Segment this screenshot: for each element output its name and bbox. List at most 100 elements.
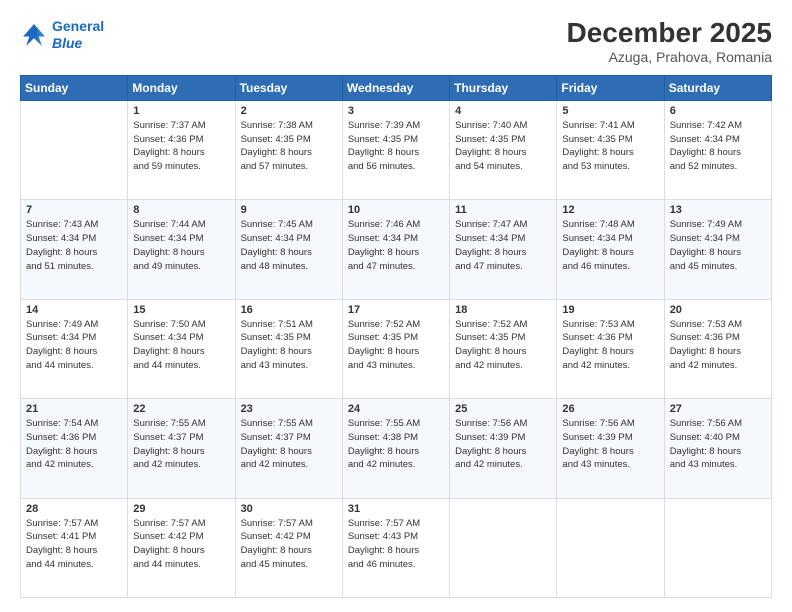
day-number: 3 xyxy=(348,105,444,117)
weekday-header-wednesday: Wednesday xyxy=(342,75,449,100)
day-info: Sunrise: 7:54 AMSunset: 4:36 PMDaylight:… xyxy=(26,417,122,472)
day-info: Sunrise: 7:56 AMSunset: 4:40 PMDaylight:… xyxy=(670,417,766,472)
day-number: 12 xyxy=(562,204,658,216)
day-number: 23 xyxy=(241,403,337,415)
calendar-cell: 22Sunrise: 7:55 AMSunset: 4:37 PMDayligh… xyxy=(128,399,235,498)
day-info: Sunrise: 7:48 AMSunset: 4:34 PMDaylight:… xyxy=(562,218,658,273)
day-number: 28 xyxy=(26,503,122,515)
week-row-3: 14Sunrise: 7:49 AMSunset: 4:34 PMDayligh… xyxy=(21,299,772,398)
day-number: 11 xyxy=(455,204,551,216)
day-info: Sunrise: 7:47 AMSunset: 4:34 PMDaylight:… xyxy=(455,218,551,273)
week-row-4: 21 Sunrise: 7:54 AMSunset: 4:36 PMDayligh… xyxy=(21,399,772,498)
day-number: 16 xyxy=(241,304,337,316)
day-info: Sunrise: 7:55 AMSunset: 4:38 PMDaylight:… xyxy=(348,417,444,472)
day-number: 20 xyxy=(670,304,766,316)
logo-line1: General xyxy=(52,18,104,34)
calendar-cell: 5 Sunrise: 7:41 AMSunset: 4:35 PMDaylight… xyxy=(557,100,664,199)
day-info: Sunrise: 7:57 AMSunset: 4:42 PMDaylight:… xyxy=(133,517,229,572)
day-number: 9 xyxy=(241,204,337,216)
calendar-cell xyxy=(557,498,664,597)
calendar-cell: 24 Sunrise: 7:55 AMSunset: 4:38 PMDayligh… xyxy=(342,399,449,498)
day-info: Sunrise: 7:41 AMSunset: 4:35 PMDaylight:… xyxy=(562,119,658,174)
day-number: 5 xyxy=(562,105,658,117)
week-row-2: 7Sunrise: 7:43 AMSunset: 4:34 PMDaylight… xyxy=(21,200,772,299)
weekday-header-saturday: Saturday xyxy=(664,75,771,100)
calendar-cell: 12 Sunrise: 7:48 AMSunset: 4:34 PMDayligh… xyxy=(557,200,664,299)
week-row-5: 28 Sunrise: 7:57 AMSunset: 4:41 PMDayligh… xyxy=(21,498,772,597)
day-info: Sunrise: 7:55 AMSunset: 4:37 PMDaylight:… xyxy=(241,417,337,472)
calendar-cell: 15 Sunrise: 7:50 AMSunset: 4:34 PMDayligh… xyxy=(128,299,235,398)
calendar-cell: 4 Sunrise: 7:40 AMSunset: 4:35 PMDaylight… xyxy=(450,100,557,199)
day-info: Sunrise: 7:52 AMSunset: 4:35 PMDaylight:… xyxy=(348,318,444,373)
calendar-cell: 1 Sunrise: 7:37 AMSunset: 4:36 PMDaylight… xyxy=(128,100,235,199)
day-number: 1 xyxy=(133,105,229,117)
day-info: Sunrise: 7:51 AMSunset: 4:35 PMDaylight:… xyxy=(241,318,337,373)
day-number: 8 xyxy=(133,204,229,216)
day-info: Sunrise: 7:57 AMSunset: 4:41 PMDaylight:… xyxy=(26,517,122,572)
calendar-cell: 13Sunrise: 7:49 AMSunset: 4:34 PMDayligh… xyxy=(664,200,771,299)
day-info: Sunrise: 7:57 AMSunset: 4:43 PMDaylight:… xyxy=(348,517,444,572)
calendar-cell: 27 Sunrise: 7:56 AMSunset: 4:40 PMDayligh… xyxy=(664,399,771,498)
calendar-cell: 2Sunrise: 7:38 AMSunset: 4:35 PMDaylight… xyxy=(235,100,342,199)
calendar-cell: 29 Sunrise: 7:57 AMSunset: 4:42 PMDayligh… xyxy=(128,498,235,597)
logo: General Blue xyxy=(20,18,104,52)
calendar-cell: 23 Sunrise: 7:55 AMSunset: 4:37 PMDayligh… xyxy=(235,399,342,498)
calendar-cell xyxy=(664,498,771,597)
calendar-cell xyxy=(21,100,128,199)
day-info: Sunrise: 7:39 AMSunset: 4:35 PMDaylight:… xyxy=(348,119,444,174)
day-info: Sunrise: 7:40 AMSunset: 4:35 PMDaylight:… xyxy=(455,119,551,174)
calendar-cell: 3 Sunrise: 7:39 AMSunset: 4:35 PMDaylight… xyxy=(342,100,449,199)
calendar-cell: 9Sunrise: 7:45 AMSunset: 4:34 PMDaylight… xyxy=(235,200,342,299)
weekday-header-friday: Friday xyxy=(557,75,664,100)
day-number: 14 xyxy=(26,304,122,316)
calendar-cell: 7Sunrise: 7:43 AMSunset: 4:34 PMDaylight… xyxy=(21,200,128,299)
day-info: Sunrise: 7:57 AMSunset: 4:42 PMDaylight:… xyxy=(241,517,337,572)
day-info: Sunrise: 7:37 AMSunset: 4:36 PMDaylight:… xyxy=(133,119,229,174)
calendar-cell: 14Sunrise: 7:49 AMSunset: 4:34 PMDayligh… xyxy=(21,299,128,398)
day-info: Sunrise: 7:55 AMSunset: 4:37 PMDaylight:… xyxy=(133,417,229,472)
day-info: Sunrise: 7:38 AMSunset: 4:35 PMDaylight:… xyxy=(241,119,337,174)
weekday-header-sunday: Sunday xyxy=(21,75,128,100)
day-number: 30 xyxy=(241,503,337,515)
day-number: 17 xyxy=(348,304,444,316)
location-subtitle: Azuga, Prahova, Romania xyxy=(567,49,772,65)
logo-icon xyxy=(20,21,48,49)
day-info: Sunrise: 7:52 AMSunset: 4:35 PMDaylight:… xyxy=(455,318,551,373)
day-number: 10 xyxy=(348,204,444,216)
calendar-cell: 10 Sunrise: 7:46 AMSunset: 4:34 PMDayligh… xyxy=(342,200,449,299)
day-number: 6 xyxy=(670,105,766,117)
day-number: 25 xyxy=(455,403,551,415)
day-info: Sunrise: 7:53 AMSunset: 4:36 PMDaylight:… xyxy=(670,318,766,373)
logo-line2: Blue xyxy=(52,35,82,51)
day-info: Sunrise: 7:49 AMSunset: 4:34 PMDaylight:… xyxy=(670,218,766,273)
day-info: Sunrise: 7:56 AMSunset: 4:39 PMDaylight:… xyxy=(562,417,658,472)
page: General Blue December 2025 Azuga, Prahov… xyxy=(0,0,792,612)
calendar-cell: 8 Sunrise: 7:44 AMSunset: 4:34 PMDaylight… xyxy=(128,200,235,299)
day-number: 15 xyxy=(133,304,229,316)
calendar-cell: 31 Sunrise: 7:57 AMSunset: 4:43 PMDayligh… xyxy=(342,498,449,597)
day-number: 31 xyxy=(348,503,444,515)
day-info: Sunrise: 7:44 AMSunset: 4:34 PMDaylight:… xyxy=(133,218,229,273)
day-number: 26 xyxy=(562,403,658,415)
calendar-cell: 28 Sunrise: 7:57 AMSunset: 4:41 PMDayligh… xyxy=(21,498,128,597)
month-title: December 2025 xyxy=(567,18,772,49)
calendar-cell xyxy=(450,498,557,597)
day-info: Sunrise: 7:56 AMSunset: 4:39 PMDaylight:… xyxy=(455,417,551,472)
day-number: 24 xyxy=(348,403,444,415)
calendar-cell: 6 Sunrise: 7:42 AMSunset: 4:34 PMDaylight… xyxy=(664,100,771,199)
weekday-header-monday: Monday xyxy=(128,75,235,100)
day-number: 21 xyxy=(26,403,122,415)
calendar-cell: 19Sunrise: 7:53 AMSunset: 4:36 PMDayligh… xyxy=(557,299,664,398)
calendar-cell: 18Sunrise: 7:52 AMSunset: 4:35 PMDayligh… xyxy=(450,299,557,398)
calendar-cell: 20 Sunrise: 7:53 AMSunset: 4:36 PMDayligh… xyxy=(664,299,771,398)
day-number: 4 xyxy=(455,105,551,117)
calendar-cell: 17 Sunrise: 7:52 AMSunset: 4:35 PMDayligh… xyxy=(342,299,449,398)
day-number: 29 xyxy=(133,503,229,515)
day-info: Sunrise: 7:46 AMSunset: 4:34 PMDaylight:… xyxy=(348,218,444,273)
week-row-1: 1 Sunrise: 7:37 AMSunset: 4:36 PMDaylight… xyxy=(21,100,772,199)
day-number: 27 xyxy=(670,403,766,415)
day-info: Sunrise: 7:42 AMSunset: 4:34 PMDaylight:… xyxy=(670,119,766,174)
day-info: Sunrise: 7:50 AMSunset: 4:34 PMDaylight:… xyxy=(133,318,229,373)
calendar-cell: 25 Sunrise: 7:56 AMSunset: 4:39 PMDayligh… xyxy=(450,399,557,498)
weekday-header-tuesday: Tuesday xyxy=(235,75,342,100)
